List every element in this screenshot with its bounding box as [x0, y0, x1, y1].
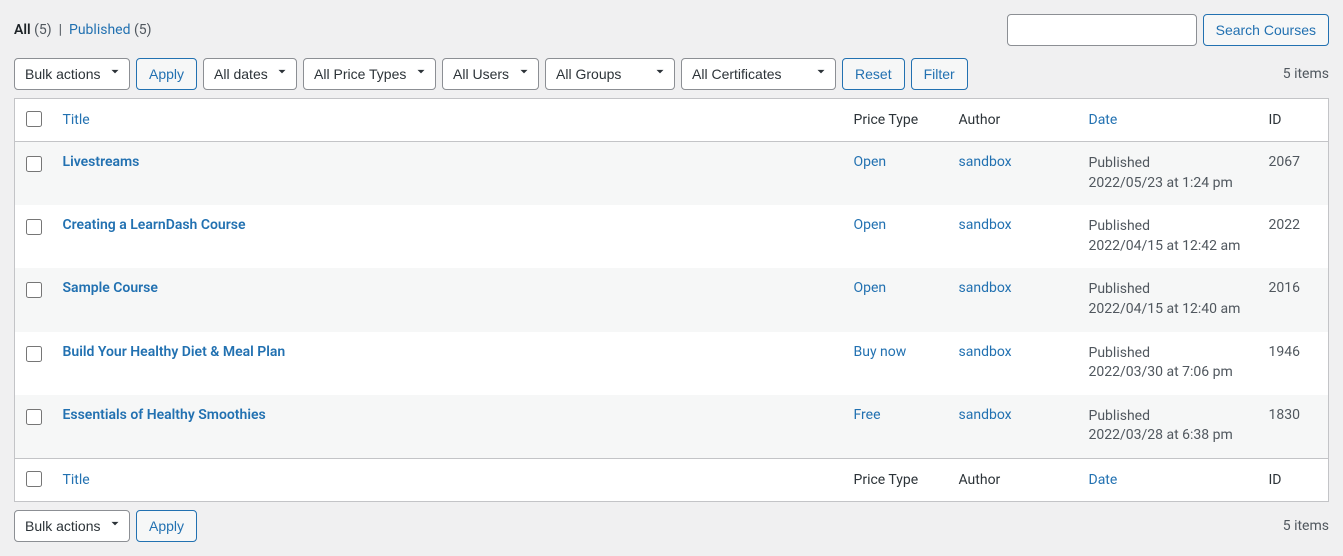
row-checkbox[interactable] — [26, 346, 42, 362]
row-date: 2022/03/30 at 7:06 pm — [1089, 363, 1249, 383]
row-status: Published — [1089, 154, 1249, 174]
row-title-link[interactable]: Creating a LearnDash Course — [63, 217, 246, 233]
col-author-footer: Author — [949, 458, 1079, 501]
select-all-top[interactable] — [26, 111, 42, 127]
row-status: Published — [1089, 280, 1249, 300]
items-count-top: 5 items — [1283, 66, 1329, 82]
row-date: 2022/04/15 at 12:40 am — [1089, 300, 1249, 320]
row-author[interactable]: sandbox — [959, 217, 1012, 233]
row-title-link[interactable]: Livestreams — [63, 154, 140, 170]
row-author[interactable]: sandbox — [959, 280, 1012, 296]
apply-button-bottom[interactable]: Apply — [136, 510, 197, 542]
col-author: Author — [949, 99, 1079, 142]
row-author[interactable]: sandbox — [959, 344, 1012, 360]
row-title-link[interactable]: Essentials of Healthy Smoothies — [63, 407, 266, 423]
bulk-actions-select-top[interactable]: Bulk actions — [14, 58, 130, 90]
row-date: 2022/04/15 at 12:42 am — [1089, 237, 1249, 257]
status-filter-links: All (5) | Published (5) — [14, 22, 152, 38]
row-checkbox[interactable] — [26, 282, 42, 298]
search-input[interactable] — [1007, 14, 1197, 46]
filter-published[interactable]: Published (5) — [69, 22, 152, 38]
col-title-footer[interactable]: Title — [63, 472, 90, 488]
col-price-type: Price Type — [844, 99, 949, 142]
row-date: 2022/03/28 at 6:38 pm — [1089, 426, 1249, 446]
table-row: Sample Course Open sandbox Published2022/04… — [15, 268, 1329, 331]
row-checkbox[interactable] — [26, 409, 42, 425]
row-price-type[interactable]: Open — [854, 154, 887, 170]
row-id: 2016 — [1259, 268, 1329, 331]
courses-table: Title Price Type Author Date ID Livestre… — [14, 98, 1329, 502]
row-id: 1830 — [1259, 395, 1329, 459]
row-price-type[interactable]: Buy now — [854, 344, 907, 360]
row-checkbox[interactable] — [26, 156, 42, 172]
row-title-link[interactable]: Build Your Healthy Diet & Meal Plan — [63, 344, 286, 360]
users-select[interactable]: All Users — [442, 58, 539, 90]
filter-button[interactable]: Filter — [911, 58, 968, 90]
row-author[interactable]: sandbox — [959, 154, 1012, 170]
col-price-type-footer: Price Type — [844, 458, 949, 501]
col-id-footer: ID — [1259, 458, 1329, 501]
row-title-link[interactable]: Sample Course — [63, 280, 158, 296]
reset-button[interactable]: Reset — [842, 58, 905, 90]
row-id: 2022 — [1259, 205, 1329, 268]
filter-all[interactable]: All (5) — [14, 22, 55, 38]
table-row: Creating a LearnDash Course Open sandbox Pu… — [15, 205, 1329, 268]
row-checkbox[interactable] — [26, 219, 42, 235]
certificates-select[interactable]: All Certificates — [681, 58, 836, 90]
row-author[interactable]: sandbox — [959, 407, 1012, 423]
row-price-type[interactable]: Open — [854, 217, 887, 233]
row-status: Published — [1089, 344, 1249, 364]
apply-button-top[interactable]: Apply — [136, 58, 197, 90]
row-id: 1946 — [1259, 332, 1329, 395]
select-all-bottom[interactable] — [26, 471, 42, 487]
row-id: 2067 — [1259, 142, 1329, 206]
table-row: Livestreams Open sandbox Published2022/05/2… — [15, 142, 1329, 206]
row-date: 2022/05/23 at 1:24 pm — [1089, 174, 1249, 194]
col-date[interactable]: Date — [1089, 112, 1118, 128]
table-row: Build Your Healthy Diet & Meal Plan Buy n… — [15, 332, 1329, 395]
filter-all-count: (5) — [34, 22, 52, 38]
col-id: ID — [1259, 99, 1329, 142]
dates-select[interactable]: All dates — [203, 58, 297, 90]
search-courses-button[interactable]: Search Courses — [1203, 14, 1329, 46]
table-row: Essentials of Healthy Smoothies Free sandb… — [15, 395, 1329, 459]
filter-published-count: (5) — [134, 22, 152, 38]
bulk-actions-select-bottom[interactable]: Bulk actions — [14, 510, 130, 542]
row-price-type[interactable]: Open — [854, 280, 887, 296]
row-price-type[interactable]: Free — [854, 407, 881, 423]
row-status: Published — [1089, 407, 1249, 427]
groups-select[interactable]: All Groups — [545, 58, 675, 90]
col-date-footer[interactable]: Date — [1089, 472, 1118, 488]
row-status: Published — [1089, 217, 1249, 237]
price-types-select[interactable]: All Price Types — [303, 58, 436, 90]
col-title[interactable]: Title — [63, 112, 90, 128]
items-count-bottom: 5 items — [1283, 518, 1329, 534]
